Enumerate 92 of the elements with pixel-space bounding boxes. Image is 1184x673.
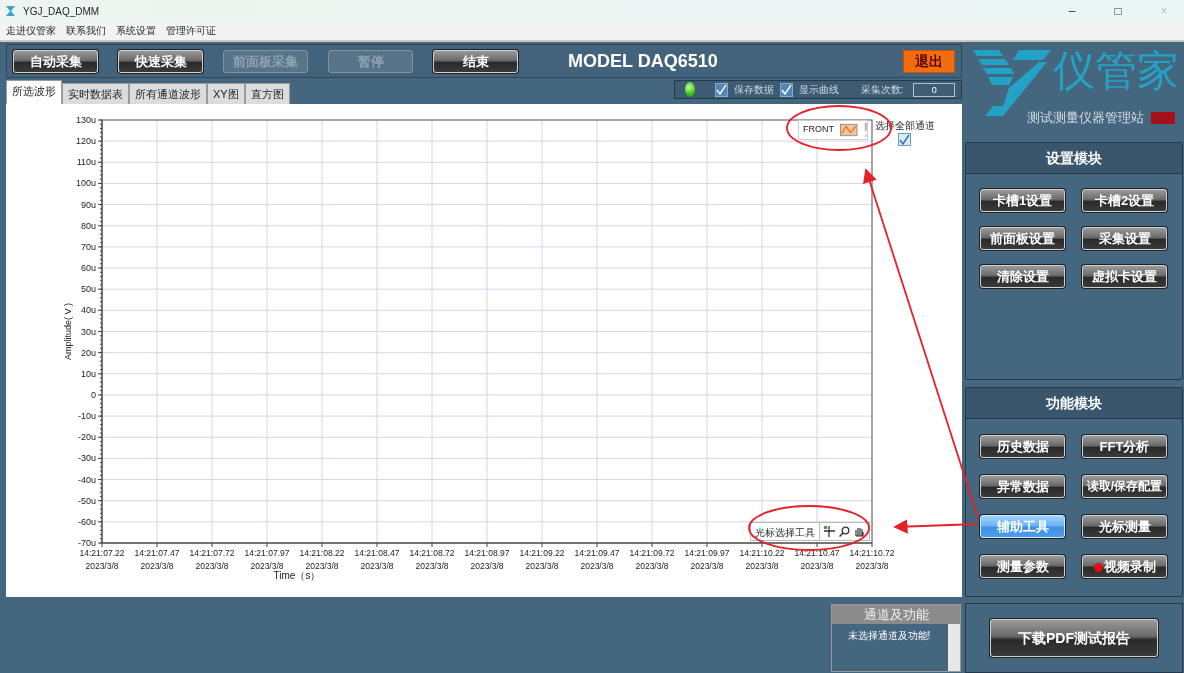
logo-badge (1151, 112, 1175, 124)
x-tick-label: 14:21:10.22 2023/3/8 (739, 548, 785, 571)
y-tick-label: -20u (78, 432, 96, 443)
x-tick-label: 14:21:10.72 2023/3/8 (849, 548, 895, 571)
checkbox[interactable] (714, 82, 728, 97)
logo-name: 仪管家 (1053, 48, 1179, 94)
y-tick-label: 80u (80, 220, 96, 231)
menu-item[interactable]: 走进仪管家 (6, 23, 56, 39)
toolbar-button[interactable]: 结束 (433, 49, 518, 73)
checkbox[interactable] (779, 82, 793, 97)
menu-item[interactable]: 系统设置 (116, 23, 156, 39)
y-tick-label: 30u (80, 326, 96, 337)
module-button[interactable]: 卡槽2设置 (1082, 189, 1167, 212)
x-tick-label: 14:21:09.22 2023/3/8 (519, 548, 565, 571)
y-tick-label: -30u (78, 453, 96, 464)
x-tick-label: 14:21:07.97 2023/3/8 (244, 548, 290, 571)
tab[interactable]: 所有通道波形 (129, 83, 207, 104)
y-tick-label: -40u (78, 474, 96, 485)
module-button[interactable]: 异常数据 (980, 475, 1065, 498)
panel-message: 未选择通道及功能! (846, 629, 932, 643)
y-tick-label: 10u (80, 368, 96, 379)
tab[interactable]: 直方图 (244, 83, 290, 104)
checkbox-label: 显示曲线 (798, 83, 839, 97)
x-tick-label: 14:21:10.47 2023/3/8 (794, 548, 840, 571)
module-button[interactable]: FFT分析 (1082, 435, 1167, 458)
logo-subtitle: 测试测量仪器管理站 (1027, 109, 1144, 127)
panel-title: 通道及功能 (832, 605, 960, 624)
x-tick-label: 14:21:07.72 2023/3/8 (189, 548, 235, 571)
checkbox[interactable] (898, 133, 911, 146)
y-tick-label: 120u (75, 136, 96, 147)
module-button[interactable]: 历史数据 (980, 435, 1065, 458)
x-tick-label: 14:21:09.47 2023/3/8 (574, 548, 620, 571)
toolbar-button[interactable]: 自动采集 (13, 49, 98, 73)
module-button[interactable]: 清除设置 (980, 265, 1065, 288)
window-title: YGJ_DAQ_DMM (23, 4, 100, 19)
y-tick-label: 20u (80, 347, 96, 358)
x-tick-label: 14:21:08.72 2023/3/8 (409, 548, 455, 571)
menu-item[interactable]: 管理许可证 (166, 23, 216, 39)
minimize-button[interactable]: – (1058, 2, 1086, 20)
checkbox-label: 保存数据 (733, 83, 774, 97)
x-tick-label: 14:21:09.72 2023/3/8 (629, 548, 675, 571)
plot-legend[interactable]: FRONT (798, 120, 868, 140)
app-icon (6, 6, 15, 16)
x-tick-label: 14:21:08.97 2023/3/8 (464, 548, 510, 571)
module-button[interactable]: 采集设置 (1082, 227, 1167, 250)
x-tick-label: 14:21:08.47 2023/3/8 (354, 548, 400, 571)
download-report-button[interactable]: 下载PDF测试报告 (990, 619, 1158, 657)
y-tick-label: -70u (78, 538, 96, 548)
module-button[interactable]: 光标测量 (1082, 515, 1167, 538)
maximize-button[interactable]: □ (1104, 2, 1132, 20)
y-tick-label: 130u (75, 115, 96, 125)
cursor-tool-label: 光标选择工具 (751, 523, 820, 540)
x-tick-label: 14:21:09.97 2023/3/8 (684, 548, 730, 571)
module-button[interactable]: 卡槽1设置 (980, 189, 1065, 212)
y-tick-label: 70u (80, 241, 96, 252)
y-tick-label: 110u (76, 157, 96, 168)
module-button[interactable]: 虚拟卡设置 (1082, 265, 1167, 288)
y-tick-label: -60u (78, 516, 96, 527)
y-tick-label: -50u (78, 495, 96, 506)
x-tick-label: 14:21:07.47 2023/3/8 (134, 548, 180, 571)
module-title: 设置模块 (966, 143, 1182, 174)
zoom-icon[interactable] (839, 526, 850, 537)
toolbar-button[interactable]: 快速采集 (118, 49, 203, 73)
y-tick-label: 50u (80, 284, 96, 295)
scrollbar[interactable] (948, 624, 960, 671)
module-button[interactable]: 读取/保存配置 (1082, 475, 1167, 498)
y-tick-label: -10u (78, 411, 96, 422)
tab[interactable]: 实时数据表 (62, 83, 129, 104)
menu-item[interactable]: 联系我们 (66, 23, 106, 39)
y-tick-label: 60u (80, 263, 96, 274)
module-title: 功能模块 (966, 388, 1182, 419)
tab[interactable]: XY图 (207, 83, 245, 104)
legend-label: FRONT (803, 123, 834, 137)
y-tick-label: 40u (80, 305, 96, 316)
line-sample-icon (840, 123, 858, 137)
y-tick-label: 90u (80, 199, 96, 210)
x-tick-label: 14:21:08.22 2023/3/8 (299, 548, 345, 571)
exit-button[interactable]: 退出 (903, 49, 955, 73)
x-tick-label: 14:21:07.22 2023/3/8 (79, 548, 125, 571)
x-axis-title: Time（s） (273, 570, 321, 581)
y-axis-title: Amplitude( V ) (63, 303, 73, 360)
count-label: 采集次数: (860, 83, 904, 97)
tab[interactable]: 所选波形 (6, 80, 62, 104)
record-dot (1093, 563, 1103, 573)
module-button[interactable]: 视频录制 (1082, 555, 1167, 578)
model-title: MODEL DAQ6510 (568, 49, 718, 73)
module-button[interactable]: 测量参数 (980, 555, 1065, 578)
count-field[interactable]: 0 (913, 82, 955, 97)
crosshair-icon[interactable] (824, 526, 835, 537)
y-tick-label: 0 (91, 389, 96, 400)
module-button[interactable]: 前面板设置 (980, 227, 1065, 250)
y-tick-label: 100u (75, 178, 96, 189)
